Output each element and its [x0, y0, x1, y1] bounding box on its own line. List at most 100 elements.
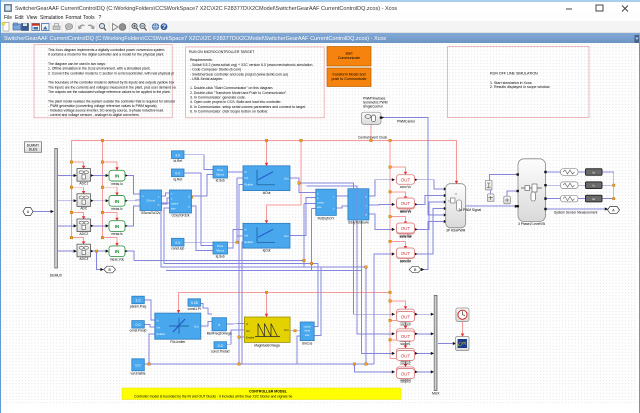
svg-text:conv.En: conv.En — [400, 259, 412, 263]
svg-text:The boundary of the controller: The boundary of the controller model is … — [48, 81, 175, 85]
svg-text:- Includes voltage source inve: - Includes voltage source inverter, DC-e… — [48, 109, 164, 113]
svg-text:1. Offline simulation in the X: 1. Offline simulation in the Xcos enviro… — [48, 67, 151, 71]
svg-text:OUT: OUT — [401, 251, 411, 256]
svg-text:3 Phase2 LevelVSI: 3 Phase2 LevelVSI — [518, 222, 545, 226]
svg-text:Iq.Ref: Iq.Ref — [173, 177, 182, 181]
svg-text:The plant model realises the s: The plant model realises the system outs… — [48, 99, 175, 103]
svg-text:param.Freq: param.Freq — [130, 304, 147, 308]
svg-text:Iq.Sub: Iq.Sub — [216, 255, 225, 259]
svg-text:const.Freq0: const.Freq0 — [130, 329, 147, 333]
svg-text:Id.Ref: Id.Ref — [173, 159, 182, 163]
svg-text:start: start — [346, 52, 353, 56]
svg-text:3x PWM Signal: 3x PWM Signal — [459, 208, 482, 212]
svg-text:2. Convert the controller mode: 2. Convert the controller model to C sec… — [48, 71, 174, 75]
svg-text:The diagram can be used in two: The diagram can be used in two ways: — [48, 62, 106, 66]
svg-text:ADC1: ADC1 — [79, 181, 88, 185]
svg-text:transform Model and: transform Model and — [333, 73, 366, 77]
svg-text:Minus: Minus — [216, 249, 225, 253]
svg-text:push to Communicate: push to Communicate — [332, 77, 367, 81]
svg-text:6. In Communicator: click Scop: 6. In Communicator: click Scope button o… — [190, 110, 268, 114]
svg-text:theta: theta — [304, 330, 310, 333]
svg-text:DEMUX: DEMUX — [50, 274, 63, 278]
svg-text:0.0: 0.0 — [175, 171, 180, 175]
svg-text:MultFreq2Omega: MultFreq2Omega — [207, 331, 232, 335]
svg-text:CONTROLLER MODEL: CONTROLLER MODEL — [249, 390, 288, 394]
svg-text:Out: Out — [284, 234, 289, 238]
svg-text:OUT: OUT — [401, 178, 411, 183]
svg-text:?: ? — [162, 24, 166, 31]
svg-text:2. Double-click "Transform Mod: 2. Double-click "Transform Model and Pus… — [190, 91, 287, 95]
svg-text:Controller model is bounded by: Controller model is bounded by the IN an… — [134, 394, 293, 398]
svg-text:Plus: Plus — [217, 168, 223, 172]
svg-text:OUT: OUT — [401, 372, 411, 377]
svg-text:conv.Vv: conv.Vv — [400, 209, 412, 213]
svg-text:meas.Iv: meas.Iv — [111, 207, 123, 211]
svg-text:3.0: 3.0 — [175, 153, 180, 157]
svg-text:SSxyToSSuvw: SSxyToSSuvw — [348, 221, 369, 225]
svg-text:Plus: Plus — [217, 244, 223, 248]
svg-text:3. In Communicator: generate c: 3. In Communicator: generate code. — [190, 96, 246, 100]
svg-text:SSuvwToO2v: SSuvwToO2v — [141, 211, 161, 215]
svg-text:ADC: ADC — [80, 207, 88, 211]
svg-text:RUN ON MICROCONTROLLER TARGET: RUN ON MICROCONTROLLER TARGET — [189, 50, 255, 54]
svg-text:- Scilab 5.5.2 (www.scilab.org: - Scilab 5.5.2 (www.scilab.org) + X2C ve… — [190, 63, 313, 67]
svg-text:scope1: scope1 — [400, 342, 411, 346]
svg-text:conv.Vw: conv.Vw — [400, 234, 413, 238]
svg-text:Out: Out — [284, 176, 289, 180]
svg-text:DLES: DLES — [29, 147, 38, 151]
svg-text:ADC3: ADC3 — [79, 257, 88, 261]
svg-text:0.28: 0.28 — [191, 301, 198, 305]
svg-text:Id.Sub: Id.Sub — [216, 179, 225, 183]
svg-text:cosine: cosine — [171, 203, 179, 206]
svg-text:Init: Init — [157, 325, 161, 329]
svg-text:SingleControl: SingleControl — [363, 105, 383, 109]
svg-text:Enable: Enable — [157, 332, 166, 336]
svg-text:scope0: scope0 — [400, 322, 411, 326]
svg-text:PWMCarrier: PWMCarrier — [397, 120, 416, 124]
svg-text:w: w — [365, 214, 367, 217]
svg-text:1.0: 1.0 — [136, 299, 141, 303]
svg-text:Init: Init — [245, 234, 249, 238]
svg-text:x: x — [218, 322, 220, 327]
svg-text:SSuvw: SSuvw — [146, 199, 156, 203]
svg-text:O2xyToF32k: O2xyToF32k — [172, 214, 190, 218]
svg-text:MUX: MUX — [432, 392, 440, 396]
svg-text:conv.Vu: conv.Vu — [400, 185, 411, 189]
svg-text:Central Event Clock: Central Event Clock — [358, 136, 387, 140]
svg-text:The outputs are the calculated: The outputs are the calculated voltage r… — [48, 90, 171, 94]
svg-text:It contains a model for the di: It contains a model for the digital cont… — [48, 53, 164, 57]
svg-text:SwitcherGearAAF CurrentControl: SwitcherGearAAF CurrentControlDQ (C:\Wor… — [4, 36, 386, 42]
svg-text:scope3: scope3 — [400, 379, 411, 383]
svg-text:var.Enable: var.Enable — [131, 371, 146, 375]
svg-text:The inputs are the currents an: The inputs are the currents and voltages… — [48, 85, 176, 89]
svg-text:- USB-Serial adapter.: - USB-Serial adapter. — [190, 77, 223, 81]
svg-text:Communicate: Communicate — [338, 56, 360, 60]
svg-text:3P HSwPWM: 3P HSwPWM — [446, 229, 466, 233]
svg-text:4. Open code project in CCS. B: 4. Open code project in CCS. Build and l… — [190, 100, 281, 104]
svg-text:Requirements:: Requirements: — [190, 58, 213, 62]
svg-text:OUT: OUT — [401, 354, 411, 359]
svg-text:- Code Composer Studio (ti.com: - Code Composer Studio (ti.com) — [190, 68, 241, 72]
svg-text:0.0: 0.0 — [136, 363, 141, 367]
svg-text:IN: IN — [115, 174, 120, 179]
svg-text:Out: Out — [284, 328, 289, 332]
svg-text:Init: Init — [246, 329, 250, 333]
svg-text:Enable: Enable — [245, 240, 254, 244]
svg-text:0.0: 0.0 — [218, 344, 223, 348]
svg-text:- PWM generation (converting v: - PWM generation (converting voltage ref… — [48, 104, 158, 108]
svg-text:OUT: OUT — [401, 226, 411, 231]
svg-text:2. Results displayed in scope: 2. Results displayed in scope window. — [490, 85, 550, 89]
svg-text:sine: sine — [171, 208, 176, 211]
svg-text:cosine: cosine — [317, 202, 325, 205]
svg-text:cosine: cosine — [304, 326, 312, 329]
svg-text:scope2: scope2 — [400, 361, 411, 365]
svg-text:0.0: 0.0 — [175, 241, 180, 245]
svg-text:This Xcos diagram implements a: This Xcos diagram implements a digitally… — [48, 48, 165, 52]
svg-text:ADC2: ADC2 — [79, 232, 88, 236]
svg-text:Init: Init — [245, 176, 249, 180]
svg-text:Enable: Enable — [246, 336, 255, 340]
svg-text:sine: sine — [317, 206, 322, 209]
svg-text:OUT: OUT — [401, 201, 411, 206]
svg-text:System Sensor Measurement: System Sensor Measurement — [554, 211, 598, 215]
svg-text:meas.Vdc: meas.Vdc — [110, 257, 125, 261]
